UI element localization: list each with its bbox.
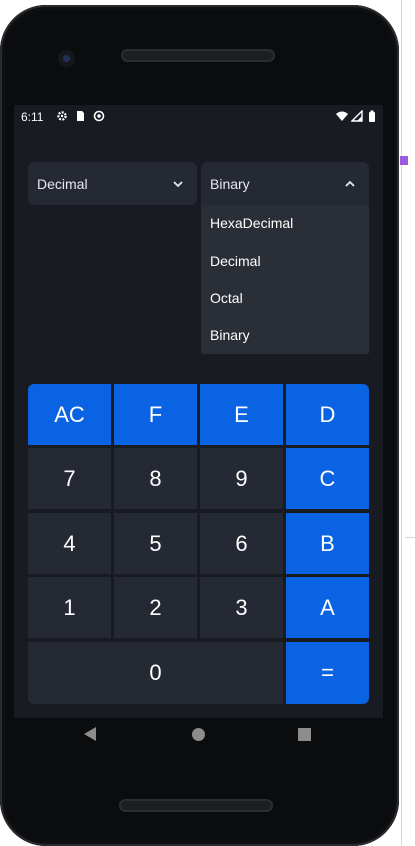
key-f[interactable]: F xyxy=(114,384,197,445)
key-8[interactable]: 8 xyxy=(114,448,197,509)
app-screen: 6:11 Decimal Binary HexaDecimal Decimal … xyxy=(14,105,383,718)
key-6[interactable]: 6 xyxy=(200,513,283,574)
to-base-value: Binary xyxy=(210,176,250,192)
chevron-down-icon xyxy=(171,177,185,191)
key-e[interactable]: E xyxy=(200,384,283,445)
keypad: AC F E D 7 8 9 C 4 5 6 B 1 2 3 A 0 = xyxy=(28,384,369,704)
equals-button[interactable]: = xyxy=(286,642,369,704)
clear-button[interactable]: AC xyxy=(28,384,111,445)
option-octal[interactable]: Octal xyxy=(210,290,243,310)
key-4[interactable]: 4 xyxy=(28,513,111,574)
front-camera xyxy=(58,50,75,67)
status-bar: 6:11 xyxy=(14,105,383,129)
option-binary[interactable]: Binary xyxy=(210,327,250,347)
key-7[interactable]: 7 xyxy=(28,448,111,509)
chevron-up-icon xyxy=(343,177,357,191)
key-0[interactable]: 0 xyxy=(28,642,283,704)
status-time: 6:11 xyxy=(21,110,44,124)
home-icon[interactable] xyxy=(192,728,205,741)
background-accent-mark xyxy=(400,156,408,165)
sd-card-icon xyxy=(74,110,86,122)
from-base-select[interactable]: Decimal xyxy=(28,162,197,205)
signal-icon xyxy=(350,109,363,122)
key-5[interactable]: 5 xyxy=(114,513,197,574)
key-3[interactable]: 3 xyxy=(200,577,283,638)
key-c[interactable]: C xyxy=(286,448,369,509)
from-base-value: Decimal xyxy=(37,176,88,192)
key-d[interactable]: D xyxy=(286,384,369,445)
earpiece-speaker xyxy=(121,49,275,62)
back-icon[interactable] xyxy=(84,727,96,741)
to-base-select[interactable]: Binary xyxy=(201,162,369,205)
key-b[interactable]: B xyxy=(286,513,369,574)
wifi-icon xyxy=(336,110,348,122)
key-2[interactable]: 2 xyxy=(114,577,197,638)
recents-icon[interactable] xyxy=(298,728,311,741)
sync-icon xyxy=(93,110,105,122)
key-1[interactable]: 1 xyxy=(28,577,111,638)
background-divider xyxy=(405,537,415,538)
option-hexadecimal[interactable]: HexaDecimal xyxy=(210,215,293,235)
background-window-edge xyxy=(401,0,402,846)
bottom-speaker xyxy=(119,799,273,812)
battery-icon xyxy=(366,110,378,122)
to-base-options-menu: HexaDecimal Decimal Octal Binary xyxy=(201,205,369,354)
gear-icon xyxy=(56,110,68,122)
key-9[interactable]: 9 xyxy=(200,448,283,509)
option-decimal[interactable]: Decimal xyxy=(210,253,261,273)
device-frame: 6:11 Decimal Binary HexaDecimal Decimal … xyxy=(0,5,399,846)
key-a[interactable]: A xyxy=(286,577,369,638)
